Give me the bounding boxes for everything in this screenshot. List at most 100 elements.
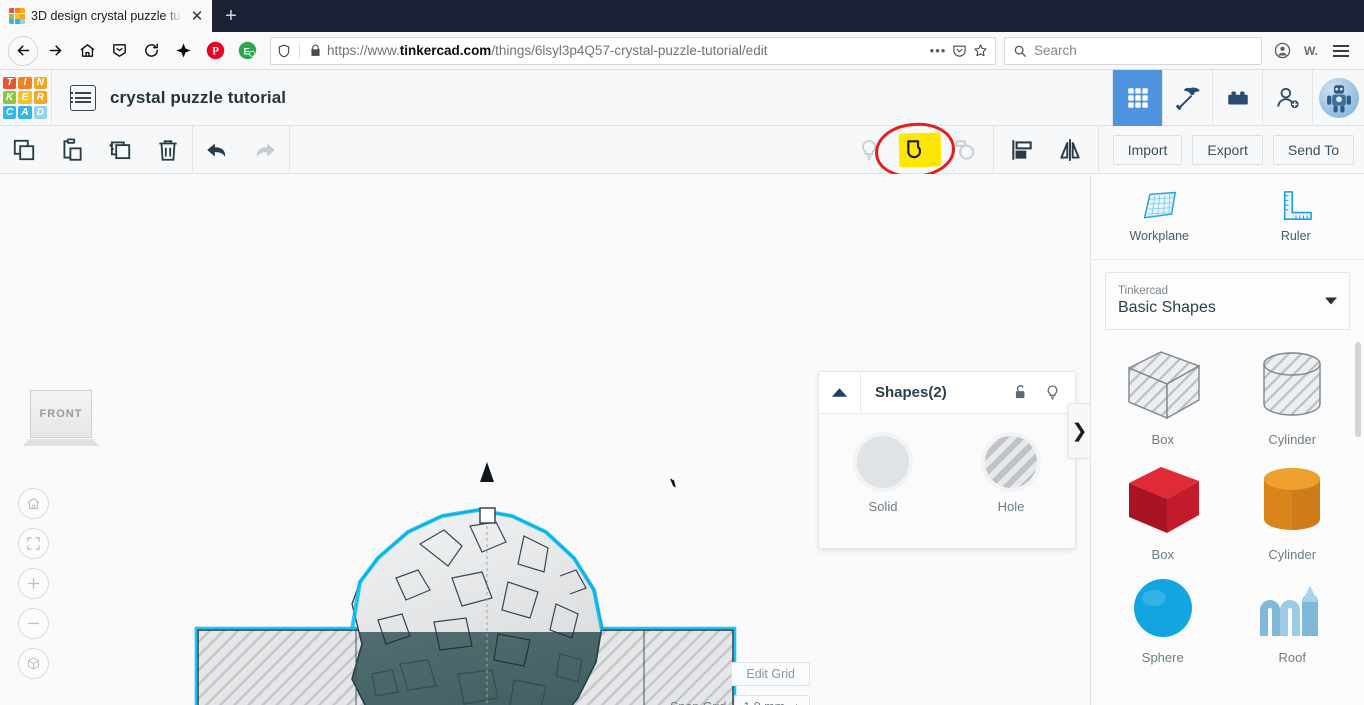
view-cube-face[interactable]: FRONT [30, 390, 92, 438]
box-hole-icon [1127, 351, 1201, 420]
shape-cylinder-hole[interactable]: Cylinder [1231, 344, 1355, 455]
shape-box-hole[interactable]: Box [1101, 344, 1225, 455]
close-icon[interactable]: ✕ [188, 7, 206, 25]
light-bulb-icon[interactable] [1037, 372, 1067, 414]
pinterest-icon[interactable]: P [200, 36, 230, 66]
ungroup-icon[interactable] [941, 126, 989, 174]
pickaxe-minecraft-icon[interactable] [1162, 69, 1212, 126]
mirror-icon[interactable] [1046, 126, 1094, 174]
hole-option[interactable]: Hole [947, 436, 1075, 514]
chevron-down-icon[interactable] [1325, 297, 1337, 305]
shape-label: Box [1151, 432, 1174, 447]
delete-icon[interactable] [144, 126, 192, 174]
shape-cylinder-orange[interactable]: Cylinder [1231, 459, 1355, 570]
tab-title: 3D design crystal puzzle tutorial [31, 9, 182, 23]
unlock-icon[interactable] [1005, 372, 1035, 414]
home-view-icon[interactable] [18, 488, 49, 519]
align-icon[interactable] [998, 126, 1046, 174]
shape-box-red[interactable]: Box [1101, 459, 1225, 570]
light-bulb-icon[interactable] [845, 126, 893, 174]
shape-sphere-blue[interactable]: Sphere [1101, 574, 1225, 673]
add-user-icon[interactable] [1262, 69, 1312, 126]
zoom-in-icon[interactable] [18, 568, 49, 599]
shape-roof-blue[interactable]: Roof [1231, 574, 1355, 673]
snap-grid-select[interactable]: 1.0 mm [734, 695, 810, 705]
forward-arrow-icon[interactable] [40, 36, 70, 66]
solid-label: Solid [868, 499, 898, 514]
undo-icon[interactable] [193, 126, 241, 174]
back-arrow-icon[interactable] [8, 35, 38, 66]
copy-icon[interactable] [0, 126, 48, 174]
design-list-icon[interactable] [70, 84, 96, 111]
shield-icon[interactable] [275, 42, 293, 60]
cursor-glyph [670, 478, 676, 488]
collapse-caret-icon[interactable] [819, 371, 861, 414]
redo-icon[interactable] [241, 126, 289, 174]
toolbar-actions: Import Export Send To [1099, 134, 1364, 165]
logo-tile-i: I [18, 76, 32, 90]
sphere-blue-icon [1133, 579, 1192, 637]
workplane-tool[interactable]: Workplane [1091, 174, 1228, 259]
address-bar[interactable]: https://www.tinkercad.com/things/6lsyl3p… [270, 36, 996, 65]
pocket-icon[interactable] [950, 42, 968, 60]
search-icon [1013, 44, 1027, 58]
save-to-pocket-icon[interactable] [104, 36, 134, 66]
sidebar-tools: Workplane Ruler [1091, 174, 1364, 260]
shape-library-grid[interactable]: Box Cylinder Box Cylinder Sphere Roof [1091, 330, 1364, 705]
page-actions-icon[interactable]: ••• [929, 42, 947, 60]
new-tab-button[interactable]: + [212, 0, 250, 32]
view-cube-base [23, 439, 99, 446]
logo-tile-e: E [18, 91, 32, 104]
view-cube[interactable]: FRONT [23, 390, 99, 446]
shapes-panel-body: Solid Hole [819, 414, 1075, 514]
fit-to-view-icon[interactable] [18, 528, 49, 559]
lego-brick-icon[interactable] [1212, 69, 1262, 126]
shape-library-select[interactable]: Tinkercad Basic Shapes [1105, 272, 1350, 330]
export-button[interactable]: Export [1192, 134, 1263, 165]
url-prefix: https://www. [327, 43, 400, 58]
solid-swatch[interactable] [857, 436, 909, 488]
profile-label[interactable]: W. [1298, 44, 1324, 58]
browser-nav-bar: P E https://www.tinkercad.com/things/6ls… [0, 32, 1364, 70]
solid-option[interactable]: Solid [819, 436, 947, 514]
svg-text:E: E [243, 46, 249, 57]
zoom-out-icon[interactable] [18, 608, 49, 639]
browser-tab[interactable]: 3D design crystal puzzle tutorial ✕ [0, 0, 212, 32]
tinkercad-logo[interactable]: T I N K E R C A D [3, 76, 47, 119]
duplicate-icon[interactable] [96, 126, 144, 174]
hole-label: Hole [997, 499, 1025, 514]
shapes-panel[interactable]: Shapes(2) Solid Hole [818, 371, 1076, 549]
group-icon[interactable] [904, 137, 930, 163]
perspective-toggle-icon[interactable] [18, 648, 49, 679]
star-icon[interactable] [971, 42, 989, 60]
extension-icon[interactable] [168, 36, 198, 66]
tinkercad-favicon [9, 8, 25, 24]
search-bar[interactable]: Search [1004, 36, 1262, 65]
url-text[interactable]: https://www.tinkercad.com/things/6lsyl3p… [327, 43, 926, 58]
home-icon[interactable] [72, 36, 102, 66]
lock-icon[interactable] [306, 42, 324, 60]
shapes-panel-header: Shapes(2) [819, 371, 1075, 414]
panel-toggle-button[interactable]: ❯ [1068, 403, 1090, 459]
user-avatar[interactable] [1312, 69, 1364, 126]
paste-icon[interactable] [48, 126, 96, 174]
send-to-button[interactable]: Send To [1272, 134, 1354, 165]
account-icon[interactable] [1268, 37, 1296, 65]
group-button-annotated[interactable] [872, 119, 957, 181]
reload-icon[interactable] [136, 36, 166, 66]
snap-grid-label: Snap Grid [670, 700, 726, 705]
ruler-tool[interactable]: Ruler [1228, 174, 1364, 259]
3d-viewport[interactable]: FRONT Shapes(2) Solid Hole ❯ Edit Grid [0, 174, 1090, 705]
edit-grid-button[interactable]: Edit Grid [731, 662, 810, 686]
shape-label: Cylinder [1268, 432, 1317, 447]
edit-toolbar: Import Export Send To [0, 119, 1364, 181]
hamburger-menu-icon[interactable] [1326, 36, 1356, 66]
import-button[interactable]: Import [1112, 134, 1183, 165]
shape-label: Cylinder [1268, 547, 1317, 562]
rotate-handle-top [480, 462, 494, 482]
grid-apps-icon[interactable] [1112, 69, 1162, 126]
extension-badge-icon[interactable]: E [232, 36, 262, 66]
hole-swatch[interactable] [985, 436, 1037, 488]
sidebar-scrollbar[interactable] [1355, 342, 1361, 437]
shapes-panel-title: Shapes(2) [875, 384, 947, 401]
